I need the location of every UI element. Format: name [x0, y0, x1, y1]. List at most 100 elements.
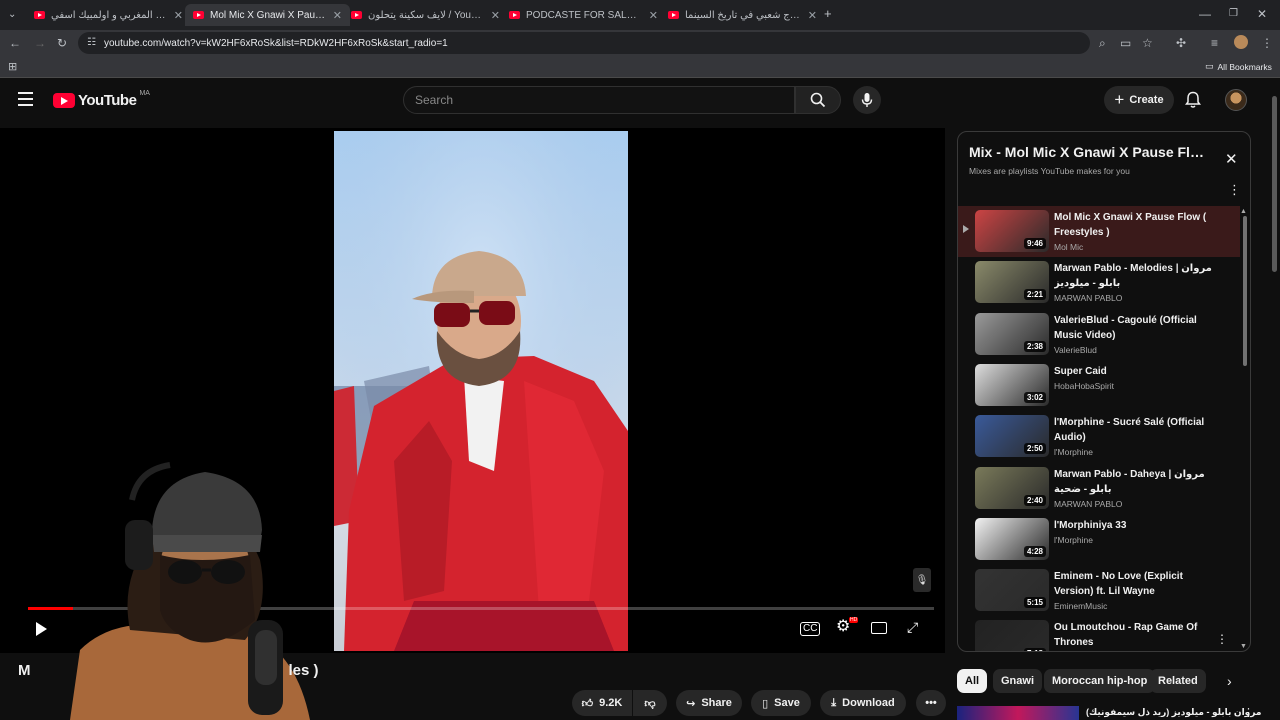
play-icon[interactable]: [36, 622, 47, 636]
playlist-item[interactable]: 4:28 l'Morphiniya 33 l'Morphine: [958, 514, 1240, 565]
playlist-item[interactable]: 2:50 l'Morphine - Sucré Salé (Official Au…: [958, 411, 1240, 462]
browser-menu-icon[interactable]: ⋮: [1261, 37, 1273, 49]
apps-grid-icon[interactable]: ⊞: [8, 61, 17, 73]
playlist-item-title[interactable]: Super Caid: [1054, 364, 1224, 379]
tab-search-icon[interactable]: ⌄: [8, 9, 16, 21]
search-icon: [810, 92, 826, 108]
browser-tab-4[interactable]: PODCASTE FOR SALE - Bassou ✕: [501, 4, 666, 26]
forward-icon[interactable]: →: [34, 37, 46, 49]
browser-tab-2[interactable]: Mol Mic X Gnawi X Pause Flow ✕: [185, 4, 350, 26]
playlist-item-title[interactable]: ValerieBlud - Cagoulé (Official Music Vi…: [1054, 313, 1224, 343]
close-icon[interactable]: ✕: [333, 9, 342, 22]
playlist-item-title[interactable]: Marwan Pablo - Melodies | مروان بابلو - …: [1054, 261, 1224, 291]
playlist-item-thumbnail[interactable]: 2:21: [975, 261, 1049, 304]
more-actions-button[interactable]: •••: [916, 690, 946, 716]
scroll-up-icon[interactable]: ▲: [1240, 208, 1247, 215]
tab-label: Mol Mic X Gnawi X Pause Flow: [210, 9, 327, 21]
playlist-item-thumbnail[interactable]: 4:28: [975, 517, 1049, 560]
playlist-item-thumbnail[interactable]: 2:50: [975, 415, 1049, 458]
cast-icon[interactable]: ▭: [1120, 37, 1131, 49]
restore-icon[interactable]: ❐: [1229, 8, 1238, 20]
duration-badge: 2:21: [1023, 289, 1046, 301]
browser-tab-1[interactable]: ملخص مباراة الوداد المغربي و اولمبيك اسف…: [26, 4, 191, 26]
playlist-item[interactable]: 5:15 Eminem - No Love (Explicit Version) …: [958, 565, 1240, 616]
like-button[interactable]: 👍︎ 9.2K: [572, 690, 632, 716]
playlist-item[interactable]: 7:18Ou Lmoutchou - Rap Game Of ThronesMo…: [958, 616, 1240, 651]
playlist-item[interactable]: 2:38 ValerieBlud - Cagoulé (Official Musi…: [958, 309, 1240, 360]
close-icon[interactable]: ✕: [808, 9, 817, 22]
new-tab-icon[interactable]: +: [824, 7, 832, 20]
dislike-button[interactable]: 👎︎: [633, 690, 667, 716]
playlist-item[interactable]: 2:21 Marwan Pablo - Melodies | مروان بابل…: [958, 257, 1240, 308]
bookmark-star-icon[interactable]: ☆: [1142, 37, 1153, 49]
playlist-item-thumbnail[interactable]: 5:15: [975, 569, 1049, 612]
voice-search-button[interactable]: [853, 86, 881, 114]
playlist-item-thumbnail[interactable]: 2:40: [975, 466, 1049, 509]
bookmarks-bar: ⊞ ▭ All Bookmarks: [0, 56, 1280, 78]
video-frame[interactable]: [334, 131, 628, 651]
zoom-icon[interactable]: ⌕: [1099, 37, 1106, 49]
playlist-title[interactable]: Mix - Mol Mic X Gnawi X Pause Flo...: [969, 144, 1209, 160]
reload-icon[interactable]: ↻: [57, 37, 67, 49]
create-button[interactable]: + Create: [1104, 86, 1174, 114]
playlist-item-title[interactable]: l'Morphiniya 33: [1054, 518, 1224, 533]
search-button[interactable]: [795, 86, 841, 114]
playlist-item-thumbnail[interactable]: 3:02: [975, 363, 1049, 406]
chip-related[interactable]: Related: [1150, 669, 1206, 693]
recommended-thumbnail[interactable]: [957, 706, 1079, 720]
reading-list-icon[interactable]: ≡: [1211, 37, 1218, 49]
browser-tab-5[interactable]: احمد فرج شعبي في تاريخ السينما... ✕: [660, 4, 825, 26]
playlist-scrollbar[interactable]: [1243, 216, 1247, 366]
browser-tab-bar: ⌄ ملخص مباراة الوداد المغربي و اولمبيك ا…: [0, 0, 1280, 30]
share-button[interactable]: ↪ Share: [676, 690, 742, 716]
close-icon[interactable]: ✕: [174, 9, 183, 22]
page-scrollbar[interactable]: [1272, 96, 1277, 272]
microphone-icon: [861, 93, 873, 107]
save-button[interactable]: ▯ Save: [751, 690, 811, 716]
youtube-favicon-icon: [351, 11, 362, 19]
minimize-icon[interactable]: —: [1199, 8, 1211, 20]
playlist-item-thumbnail[interactable]: 2:38: [975, 312, 1049, 355]
chip-all[interactable]: All: [957, 669, 988, 693]
all-bookmarks-button[interactable]: ▭ All Bookmarks: [1205, 61, 1272, 72]
captions-icon[interactable]: CC: [800, 622, 821, 636]
address-bar[interactable]: ☷ youtube.com/watch?v=kW2HF6xRoSk&list=R…: [78, 32, 1090, 54]
browser-tab-3[interactable]: لايف سكينة يتحلون / YouTube - ✕: [343, 4, 508, 26]
browser-toolbar: ← → ↻ ☷ youtube.com/watch?v=kW2HF6xRoSk&…: [0, 30, 1280, 56]
account-avatar[interactable]: [1225, 89, 1247, 111]
chip-gnawi[interactable]: Gnawi: [993, 669, 1043, 693]
close-icon[interactable]: ✕: [491, 9, 500, 22]
extensions-icon[interactable]: ✣: [1176, 37, 1186, 49]
search-input[interactable]: Search: [403, 86, 795, 114]
hamburger-menu-icon[interactable]: [18, 92, 33, 106]
fullscreen-icon[interactable]: ⤢: [907, 620, 918, 634]
playlist-item[interactable]: 9:46 Mol Mic X Gnawi X Pause Flow ( Frees…: [958, 206, 1240, 257]
notifications-button[interactable]: [1185, 91, 1201, 114]
playlist-item[interactable]: 2:40 Marwan Pablo - Daheya | مروان بابلو …: [958, 463, 1240, 514]
chevron-right-icon[interactable]: ›: [1227, 673, 1232, 689]
close-icon[interactable]: ✕: [649, 9, 658, 22]
playlist-menu-icon[interactable]: ⋮: [1228, 182, 1241, 198]
playlist-item-thumbnail[interactable]: 7:18: [975, 620, 1049, 651]
window-close-icon[interactable]: ✕: [1257, 8, 1267, 20]
youtube-logo[interactable]: YouTube MA: [53, 90, 150, 109]
scroll-down-icon[interactable]: ▼: [1240, 643, 1247, 650]
playlist-item-menu-icon[interactable]: ⋮: [1216, 632, 1228, 646]
back-icon[interactable]: ←: [9, 37, 21, 49]
site-info-icon[interactable]: ☷: [87, 37, 96, 48]
playlist-item-thumbnail[interactable]: 9:46: [975, 210, 1049, 252]
chip-moroccan-hip-hop[interactable]: Moroccan hip-hop: [1044, 669, 1156, 693]
playlist-item-title[interactable]: Mol Mic X Gnawi X Pause Flow ( Freestyle…: [1054, 210, 1224, 240]
recommended-title[interactable]: مروان بابلو - ميلوديز (ريد ذل سيمفونيك): [1086, 707, 1261, 718]
recommended-menu-icon[interactable]: ⋮: [1243, 706, 1254, 719]
playlist-item-title[interactable]: Marwan Pablo - Daheya | مروان بابلو - ضح…: [1054, 467, 1224, 497]
miniplayer-icon[interactable]: [871, 622, 887, 634]
profile-avatar[interactable]: [1234, 35, 1248, 49]
playlist-item-title[interactable]: Eminem - No Love (Explicit Version) ft. …: [1054, 569, 1224, 599]
download-button[interactable]: ⤓ Download: [820, 690, 906, 716]
youtube-favicon-icon: [509, 11, 520, 19]
playlist-item[interactable]: 3:02 Super Caid HobaHobaSpirit: [958, 360, 1240, 411]
playlist-item-title[interactable]: l'Morphine - Sucré Salé (Official Audio): [1054, 415, 1224, 445]
close-playlist-icon[interactable]: ✕: [1225, 150, 1238, 168]
playlist-item-title[interactable]: Ou Lmoutchou - Rap Game Of Thrones: [1054, 620, 1224, 650]
